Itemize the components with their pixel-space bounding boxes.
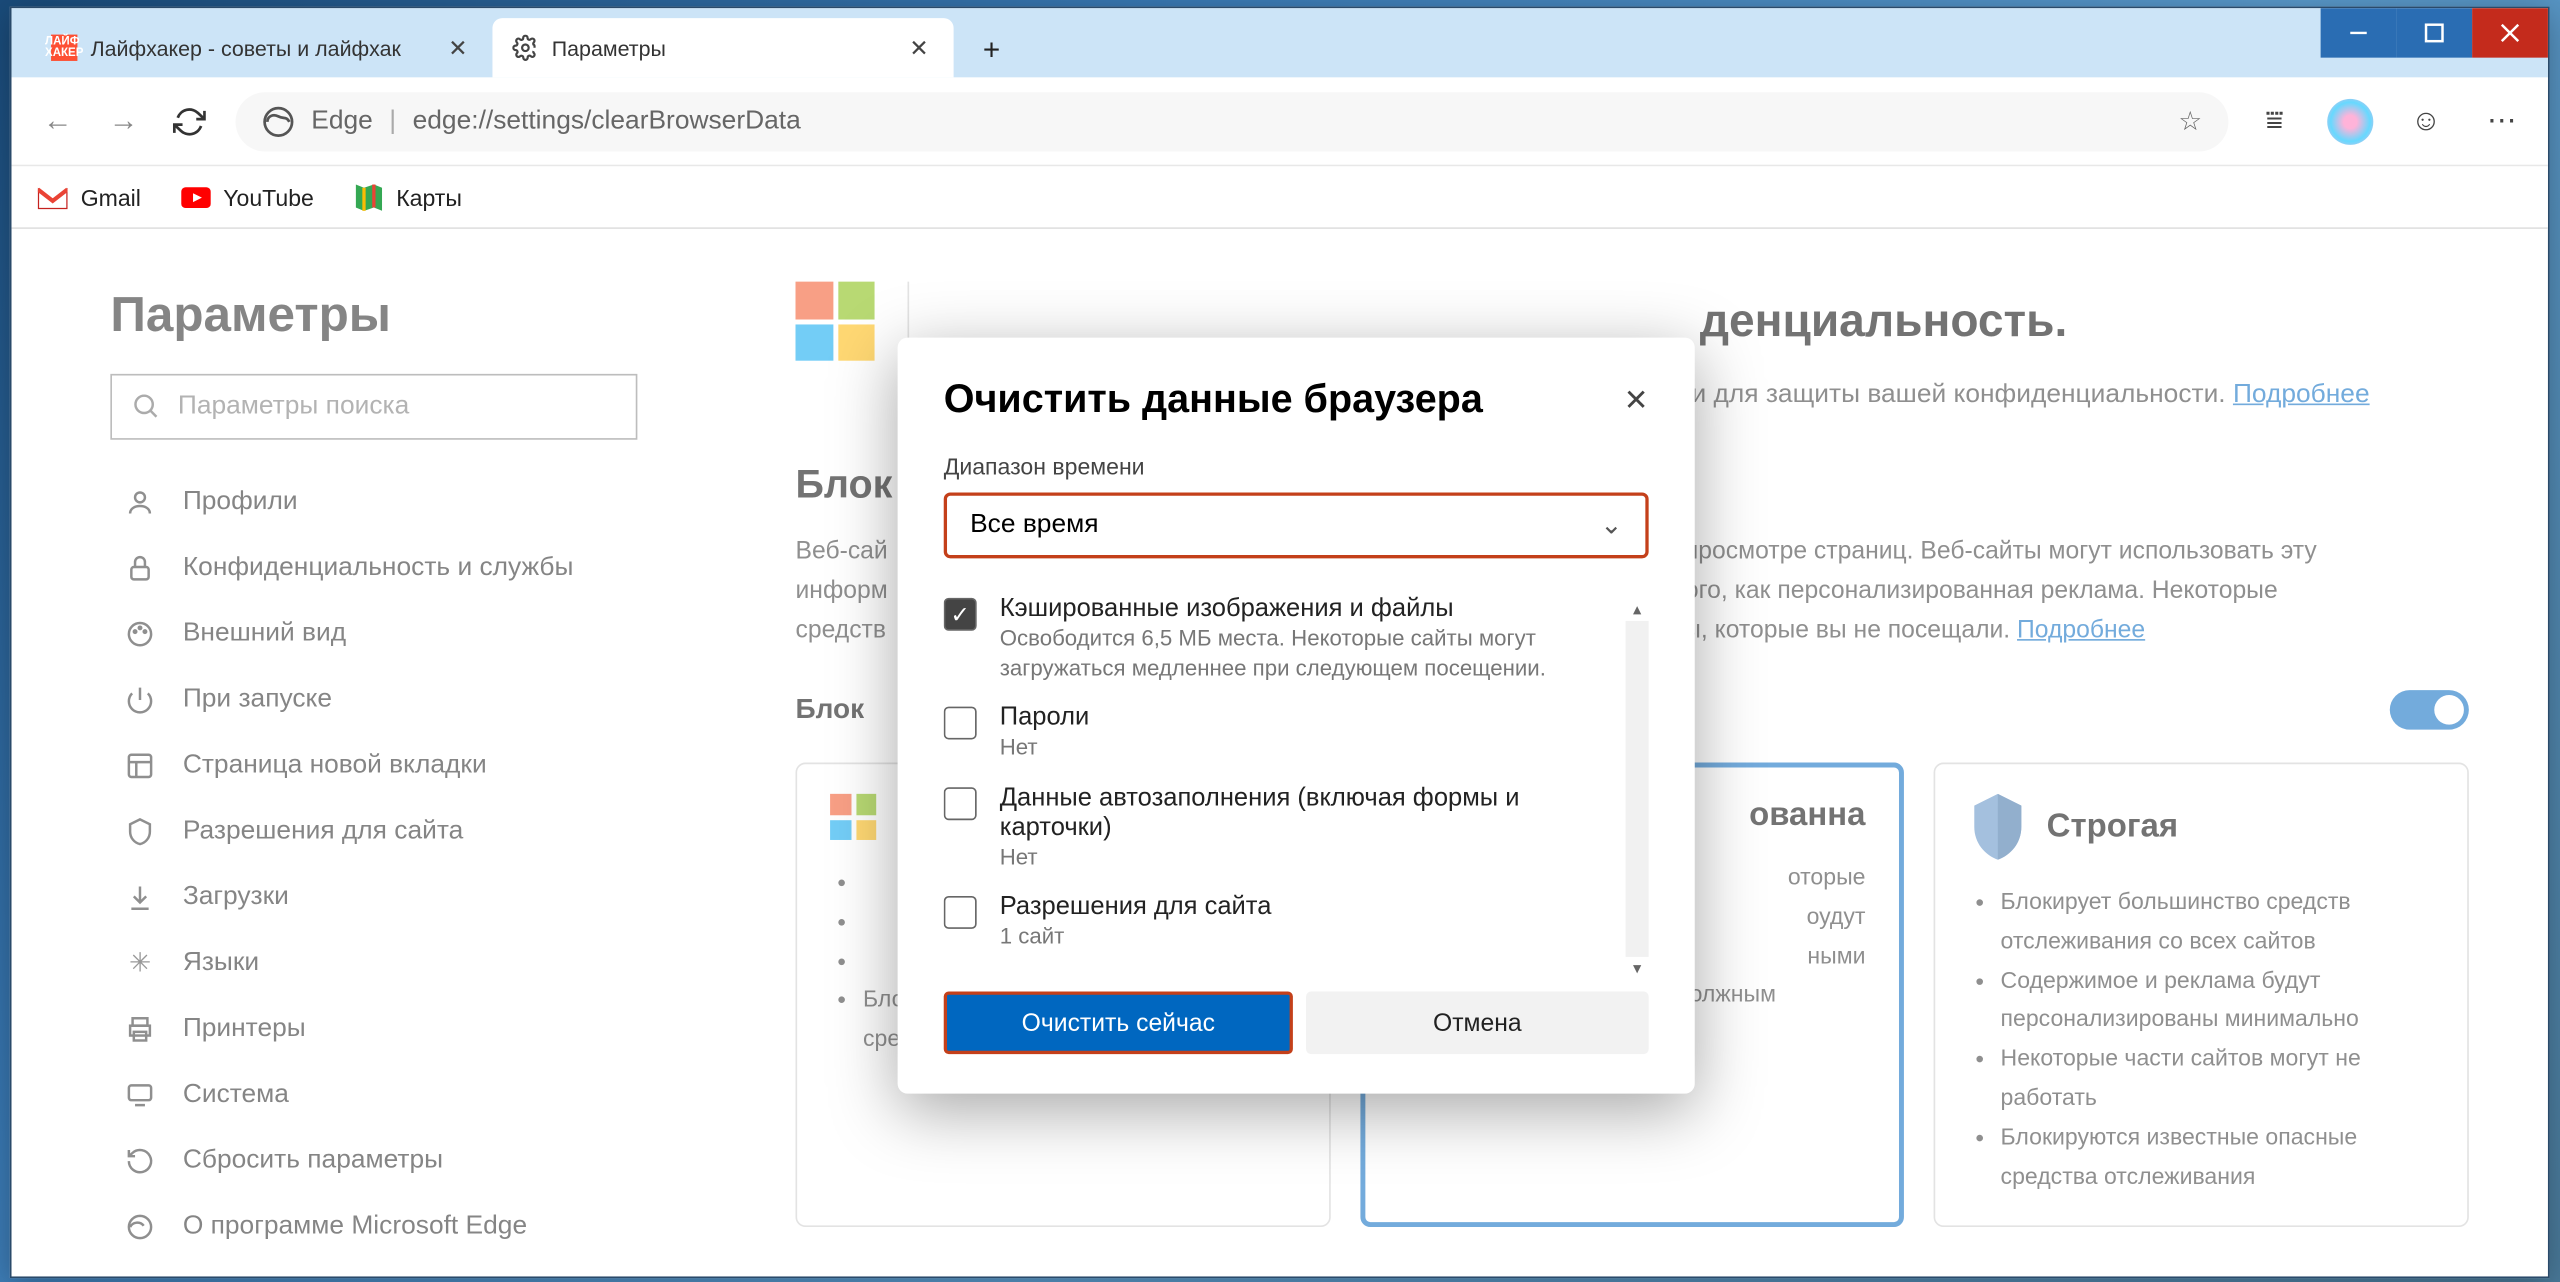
titlebar: ЛАЙФ ХАКЕР Лайфхакер - советы и лайфхак … xyxy=(12,8,2548,77)
profile-avatar[interactable] xyxy=(2317,88,2383,154)
toolbar: ← → Edge | edge://settings/clearBrowserD… xyxy=(12,77,2548,166)
content-area: Параметры Профили Конфиденциальность и с… xyxy=(12,229,2548,1276)
option-permissions[interactable]: Разрешения для сайта1 сайт xyxy=(944,883,1629,962)
window-close-button[interactable] xyxy=(2472,8,2548,57)
tab-strip: ЛАЙФ ХАКЕР Лайфхакер - советы и лайфхак … xyxy=(12,8,1020,77)
time-range-select[interactable]: Все время ⌄ xyxy=(944,492,1649,558)
scroll-up-icon[interactable]: ▴ xyxy=(1626,598,1649,621)
checkbox-cached[interactable]: ✓ xyxy=(944,598,977,631)
maximize-button[interactable] xyxy=(2396,8,2472,57)
maps-icon xyxy=(353,182,383,212)
bookmarks-bar: Gmail YouTube Карты xyxy=(12,166,2548,229)
edge-icon xyxy=(262,105,295,138)
browser-window: { "tabs": [ {"label": "Лайфхакер - совет… xyxy=(10,7,2550,1278)
tab-settings[interactable]: Параметры ✕ xyxy=(492,18,953,77)
option-autofill[interactable]: Данные автозаполнения (включая формы и к… xyxy=(944,774,1629,883)
cancel-button[interactable]: Отмена xyxy=(1306,992,1649,1055)
gmail-icon xyxy=(38,182,68,212)
option-passwords[interactable]: ПаролиНет xyxy=(944,694,1629,773)
edge-label: Edge xyxy=(311,106,373,136)
bookmark-youtube[interactable]: YouTube xyxy=(180,182,313,212)
chevron-down-icon: ⌄ xyxy=(1600,509,1622,542)
option-cached[interactable]: ✓ Кэшированные изображения и файлыОсвобо… xyxy=(944,585,1629,694)
checkbox-passwords[interactable] xyxy=(944,707,977,740)
close-icon[interactable]: ✕ xyxy=(443,33,473,63)
lifehacker-icon: ЛАЙФ ХАКЕР xyxy=(51,35,77,61)
checkbox-permissions[interactable] xyxy=(944,896,977,929)
address-bar[interactable]: Edge | edge://settings/clearBrowserData … xyxy=(236,91,2229,150)
checkbox-autofill[interactable] xyxy=(944,787,977,820)
refresh-button[interactable] xyxy=(156,88,222,154)
dialog-close-button[interactable]: ✕ xyxy=(1624,383,1649,418)
clear-now-button[interactable]: Очистить сейчас xyxy=(944,992,1293,1055)
minimize-button[interactable] xyxy=(2321,8,2397,57)
favorites-icon[interactable]: ⩸ xyxy=(2242,88,2308,154)
back-button[interactable]: ← xyxy=(25,88,91,154)
url-text: edge://settings/clearBrowserData xyxy=(413,106,801,136)
star-icon[interactable]: ☆ xyxy=(2178,105,2202,138)
gear-icon xyxy=(512,35,538,61)
scroll-down-icon[interactable]: ▾ xyxy=(1626,957,1649,980)
clear-data-dialog: Очистить данные браузера ✕ Диапазон врем… xyxy=(898,338,1695,1094)
tab-label: Лайфхакер - советы и лайфхак xyxy=(91,35,430,60)
bookmark-gmail[interactable]: Gmail xyxy=(38,182,141,212)
close-icon[interactable]: ✕ xyxy=(904,33,934,63)
time-range-label: Диапазон времени xyxy=(944,453,1649,479)
tab-label: Параметры xyxy=(552,35,891,60)
dialog-title: Очистить данные браузера xyxy=(944,377,1483,423)
new-tab-button[interactable]: + xyxy=(963,21,1019,77)
forward-button[interactable]: → xyxy=(91,88,157,154)
tab-lifehacker[interactable]: ЛАЙФ ХАКЕР Лайфхакер - советы и лайфхак … xyxy=(31,18,492,77)
menu-icon[interactable]: ⋯ xyxy=(2469,88,2535,154)
scrollbar[interactable]: ▴ ▾ xyxy=(1626,598,1649,980)
clear-options-list[interactable]: ✓ Кэшированные изображения и файлыОсвобо… xyxy=(944,585,1649,962)
bookmark-maps[interactable]: Карты xyxy=(353,182,462,212)
youtube-icon xyxy=(180,182,210,212)
feedback-icon[interactable]: ☺ xyxy=(2393,88,2459,154)
window-controls xyxy=(2321,8,2548,77)
